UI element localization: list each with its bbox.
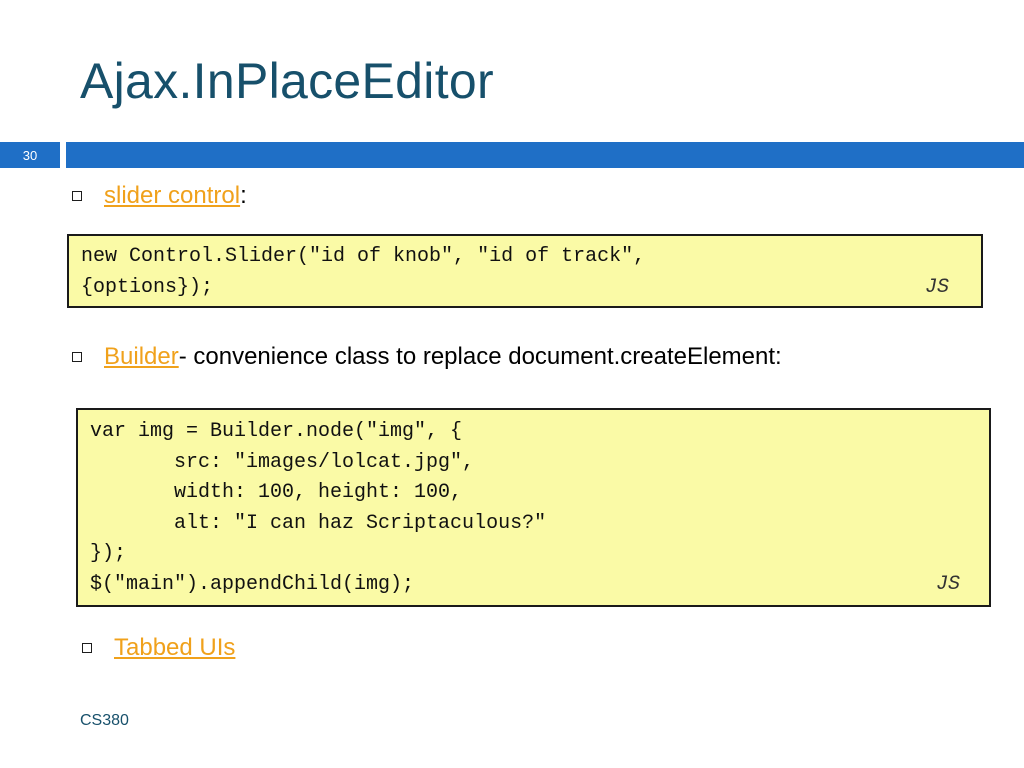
bullet-builder: Builder - convenience class to replace d… — [72, 343, 782, 371]
square-bullet-icon — [72, 191, 82, 201]
code-line: alt: "I can haz Scriptaculous?" — [90, 511, 547, 535]
code-language-tag: JS — [925, 276, 950, 299]
code-line: {options}); — [81, 275, 214, 299]
code-line: new Control.Slider("id of knob", "id of … — [81, 245, 646, 268]
title-divider-bar — [66, 142, 1024, 168]
bullet-text: : — [240, 182, 247, 209]
code-block-slider: new Control.Slider("id of knob", "id of … — [67, 234, 983, 308]
footer-course-label: CS380 — [80, 712, 129, 729]
code-line: src: "images/lolcat.jpg", — [90, 450, 475, 474]
slide-title: Ajax.InPlaceEditor — [80, 53, 494, 109]
code-line: $("main").appendChild(img); — [90, 572, 415, 596]
builder-link[interactable]: Builder — [104, 343, 179, 371]
bullet-text: - convenience class to replace document.… — [178, 343, 782, 370]
square-bullet-icon — [72, 352, 82, 362]
square-bullet-icon — [82, 643, 92, 653]
code-language-tag: JS — [936, 573, 961, 596]
bullet-slider-control: slider control : — [72, 182, 247, 210]
code-block-builder: var img = Builder.node("img", { src: "im… — [76, 408, 991, 607]
slide-number: 30 — [0, 142, 60, 168]
tabbed-uis-link[interactable]: Tabbed UIs — [114, 634, 235, 662]
code-line: var img = Builder.node("img", { — [90, 420, 463, 443]
code-line: width: 100, height: 100, — [90, 481, 463, 504]
slider-control-link[interactable]: slider control — [104, 182, 240, 210]
bullet-tabbed-uis: Tabbed UIs — [82, 634, 235, 662]
code-line: }); — [90, 542, 127, 565]
